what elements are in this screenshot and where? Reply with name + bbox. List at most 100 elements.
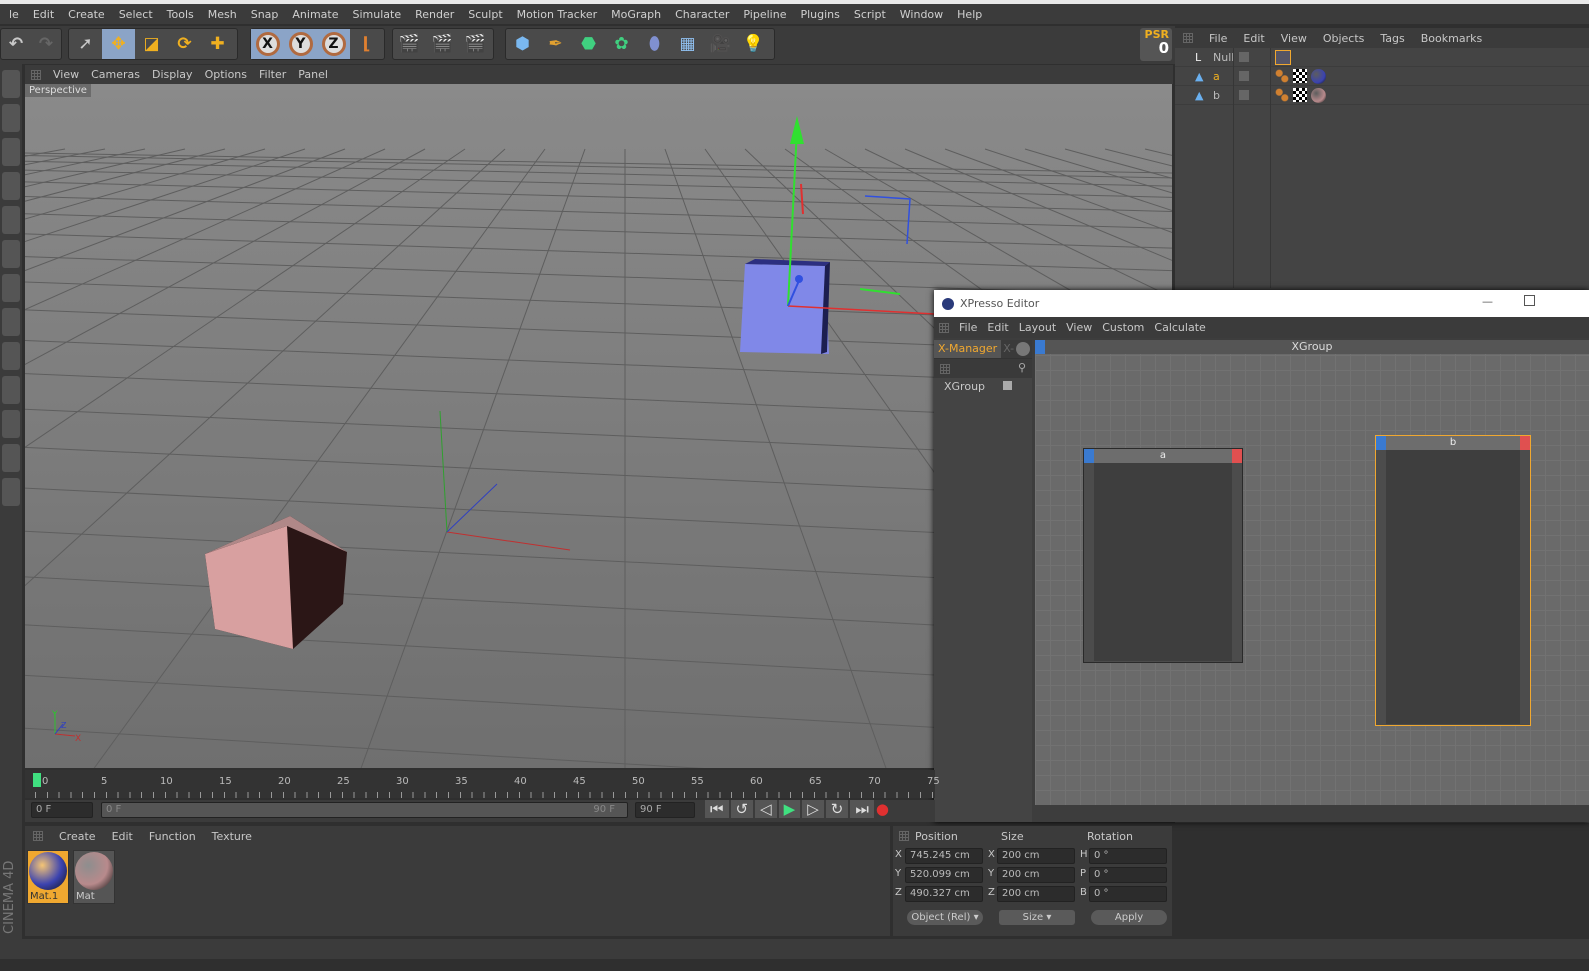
output-port[interactable]	[1232, 449, 1242, 463]
position-field[interactable]: 745.245 cm	[905, 848, 983, 864]
xpresso-menu-calculate[interactable]: Calculate	[1154, 321, 1205, 334]
viewport-menu-view[interactable]: View	[53, 68, 79, 81]
make-editable-icon[interactable]	[2, 70, 20, 98]
object-row[interactable]: L Null	[1175, 48, 1589, 67]
render-settings-icon[interactable]: 🎬	[459, 29, 492, 59]
menu-item-sculpt[interactable]: Sculpt	[468, 8, 502, 21]
rotation-field[interactable]: 0 °	[1089, 848, 1167, 864]
rotation-field[interactable]: 0 °	[1089, 867, 1167, 883]
xpresso-menu-file[interactable]: File	[959, 321, 977, 334]
menu-item-animate[interactable]: Animate	[292, 8, 338, 21]
material-menu-edit[interactable]: Edit	[112, 830, 133, 843]
coordinate-mode-dropdown[interactable]: Object (Rel) ▾	[907, 910, 983, 925]
om-menu-bookmarks[interactable]: Bookmarks	[1421, 32, 1482, 45]
viewport-menu-options[interactable]: Options	[205, 68, 247, 81]
menu-item-simulate[interactable]: Simulate	[353, 8, 402, 21]
add-tool-icon[interactable]: ✚	[201, 29, 234, 59]
coordinate-system-icon[interactable]: ⌊	[350, 29, 383, 59]
input-port[interactable]	[1376, 436, 1386, 450]
menu-item-edit[interactable]: Edit	[33, 8, 54, 21]
node-a[interactable]: a	[1083, 448, 1243, 663]
record-icon[interactable]: ●	[876, 800, 889, 818]
light-icon[interactable]: 💡	[737, 29, 770, 59]
xpresso-tag-icon[interactable]	[1275, 49, 1291, 65]
material-tag-icon[interactable]	[1311, 87, 1326, 103]
rotate-tool-icon[interactable]: ⟳	[168, 29, 201, 59]
om-menu-objects[interactable]: Objects	[1323, 32, 1365, 45]
menu-item-plugins[interactable]: Plugins	[800, 8, 839, 21]
move-tool-icon[interactable]: ✥	[102, 29, 135, 59]
apply-button[interactable]: Apply	[1091, 910, 1167, 925]
material-tag-icon[interactable]	[1311, 68, 1326, 84]
uvw-tag-icon[interactable]	[1293, 87, 1307, 102]
cube-icon[interactable]: ⬢	[506, 29, 539, 59]
size-field[interactable]: 200 cm	[997, 886, 1075, 902]
timeline[interactable]: 0 5 10 15 20 25 30 35 40 45 50 55 60 65 70 75	[25, 770, 940, 798]
go-to-start-icon[interactable]: ⏮	[705, 800, 729, 818]
scale-tool-icon[interactable]: ◪	[135, 29, 168, 59]
playhead[interactable]	[33, 773, 41, 787]
cloner-icon[interactable]: ✿	[605, 29, 638, 59]
tree-item-xgroup[interactable]: XGroup	[934, 378, 1032, 395]
visibility-toggle[interactable]	[1239, 71, 1249, 81]
tab-scroll-icon[interactable]	[1016, 342, 1031, 356]
pen-icon[interactable]: ✒	[539, 29, 572, 59]
xpresso-menu-custom[interactable]: Custom	[1102, 321, 1144, 334]
tab-x-manager[interactable]: X-Manager	[934, 340, 1002, 358]
search-icon[interactable]: ⚲	[1018, 361, 1026, 374]
menu-item-pipeline[interactable]: Pipeline	[743, 8, 786, 21]
redo-icon[interactable]: ↷	[31, 29, 61, 59]
snap-icon[interactable]	[2, 376, 20, 404]
xpresso-menu-edit[interactable]: Edit	[987, 321, 1008, 334]
tab-x-pool[interactable]: X-	[1001, 340, 1016, 358]
phong-tag-icon[interactable]	[1275, 87, 1289, 102]
size-mode-dropdown[interactable]: Size ▾	[999, 910, 1075, 925]
menu-item-help[interactable]: Help	[957, 8, 982, 21]
material-menu-texture[interactable]: Texture	[212, 830, 252, 843]
model-mode-icon[interactable]	[2, 104, 20, 132]
menu-item-mograph[interactable]: MoGraph	[611, 8, 661, 21]
rotation-field[interactable]: 0 °	[1089, 886, 1167, 902]
grid-icon[interactable]	[2, 444, 20, 472]
menu-item-render[interactable]: Render	[415, 8, 454, 21]
xpresso-menu-layout[interactable]: Layout	[1019, 321, 1056, 334]
x-axis-lock[interactable]: X	[251, 29, 284, 59]
visibility-toggle[interactable]	[1239, 52, 1249, 62]
uvw-tag-icon[interactable]	[1293, 68, 1307, 83]
om-menu-tags[interactable]: Tags	[1380, 32, 1404, 45]
texture-mode-icon[interactable]	[2, 138, 20, 166]
menu-item-character[interactable]: Character	[675, 8, 729, 21]
menu-item-le[interactable]: le	[9, 8, 19, 21]
material-swatch[interactable]: Mat	[73, 850, 115, 904]
size-field[interactable]: 200 cm	[997, 848, 1075, 864]
graph-input-port[interactable]	[1035, 340, 1045, 354]
menu-item-motion-tracker[interactable]: Motion Tracker	[517, 8, 597, 21]
magnet-icon[interactable]	[2, 410, 20, 438]
go-to-end-icon[interactable]: ⏭	[850, 800, 874, 818]
viewport-menu-filter[interactable]: Filter	[259, 68, 286, 81]
range-slider[interactable]: 0 F 90 F	[101, 802, 628, 818]
next-key-icon[interactable]: ↻	[825, 800, 849, 818]
subdivision-icon[interactable]: ⬣	[572, 29, 605, 59]
xpresso-menu-view[interactable]: View	[1066, 321, 1092, 334]
deformer-icon[interactable]: ⬮	[638, 29, 671, 59]
lock-icon[interactable]	[2, 478, 20, 506]
axis-mode-icon[interactable]	[2, 308, 20, 336]
node-b[interactable]: b	[1375, 435, 1531, 726]
maximize-button[interactable]	[1524, 295, 1535, 306]
visibility-toggle[interactable]	[1239, 90, 1249, 100]
workplane-icon[interactable]	[2, 172, 20, 200]
edges-mode-icon[interactable]	[2, 240, 20, 268]
tweak-mode-icon[interactable]	[2, 342, 20, 370]
position-field[interactable]: 490.327 cm	[905, 886, 983, 902]
viewport-menu-panel[interactable]: Panel	[298, 68, 328, 81]
previous-key-icon[interactable]: ↺	[730, 800, 754, 818]
viewport-menu-display[interactable]: Display	[152, 68, 193, 81]
menu-item-tools[interactable]: Tools	[167, 8, 194, 21]
om-menu-file[interactable]: File	[1209, 32, 1227, 45]
menu-item-select[interactable]: Select	[119, 8, 153, 21]
menu-item-snap[interactable]: Snap	[251, 8, 279, 21]
menu-item-mesh[interactable]: Mesh	[208, 8, 237, 21]
input-port[interactable]	[1084, 449, 1094, 463]
om-menu-edit[interactable]: Edit	[1243, 32, 1264, 45]
